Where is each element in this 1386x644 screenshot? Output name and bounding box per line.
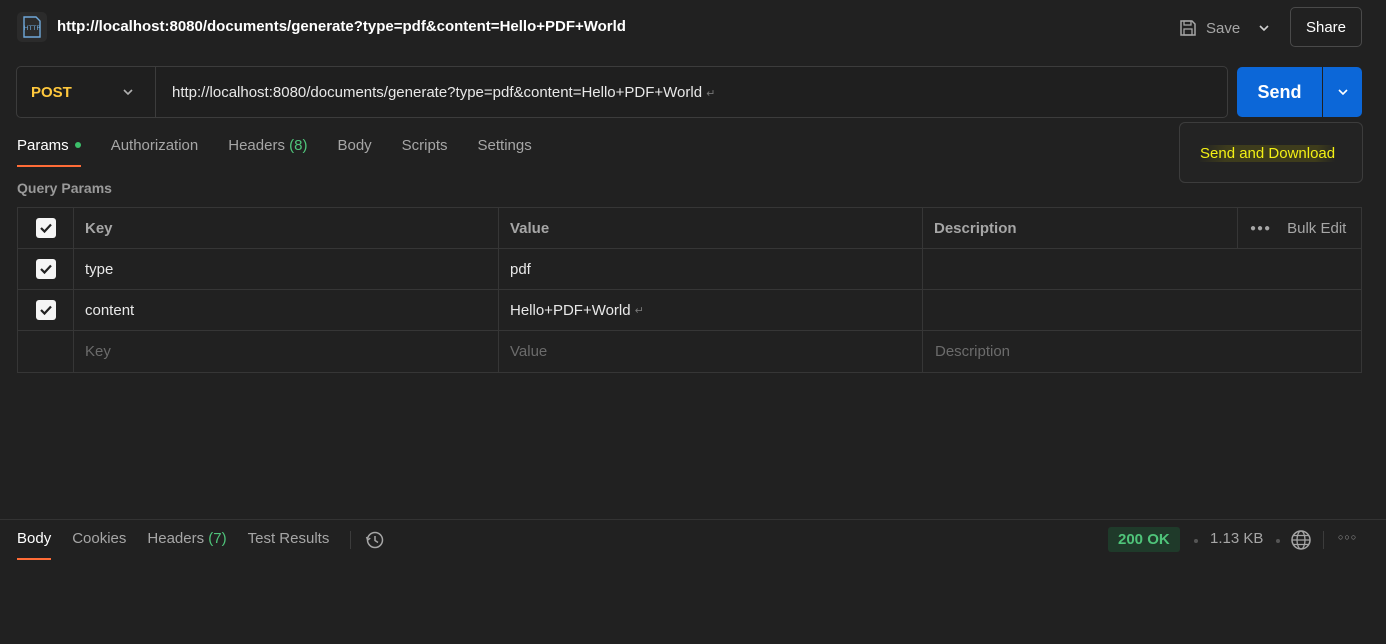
size-separator-dot <box>1276 539 1280 543</box>
new-description-input[interactable]: Description <box>923 331 1361 372</box>
bulk-edit-cell: ●●● Bulk Edit <box>1238 208 1361 248</box>
table-header-row: Key Value Description ●●● Bulk Edit <box>18 208 1361 249</box>
query-params-label: Query Params <box>17 180 112 196</box>
response-size[interactable]: 1.13 KB <box>1210 530 1263 547</box>
response-divider[interactable] <box>0 519 1386 520</box>
response-tab-cookies[interactable]: Cookies <box>72 530 126 560</box>
param-value-field[interactable]: pdf <box>499 249 923 289</box>
params-active-dot <box>74 142 81 149</box>
row-checkbox[interactable] <box>35 300 56 320</box>
return-icon: ↵ <box>706 87 716 100</box>
table-row: content Hello+PDF+World ↵ <box>18 290 1361 331</box>
more-options-icon[interactable]: ○○○ <box>1338 532 1357 542</box>
meta-separator <box>1323 531 1324 549</box>
request-tabs: Params Authorization Headers (8) Body Sc… <box>17 137 562 167</box>
new-key-input[interactable]: Key <box>74 331 499 372</box>
globe-icon[interactable] <box>1290 529 1312 555</box>
tab-headers-label: Headers <box>228 137 285 154</box>
history-icon[interactable] <box>365 530 385 550</box>
save-button[interactable]: Save <box>1168 10 1248 46</box>
chevron-down-icon <box>1337 89 1348 96</box>
headers-count: (8) <box>289 137 308 154</box>
key-column-header: Key <box>74 208 499 248</box>
tab-authorization[interactable]: Authorization <box>111 137 199 167</box>
check-icon <box>39 305 52 316</box>
select-all-cell <box>18 208 74 248</box>
table-row: type pdf <box>18 249 1361 290</box>
response-tab-body[interactable]: Body <box>17 530 52 560</box>
url-bar: POST http://localhost:8080/documents/gen… <box>16 66 1228 118</box>
param-key-field[interactable]: content <box>74 290 499 330</box>
bulk-edit-button[interactable]: Bulk Edit <box>1287 220 1346 237</box>
save-options-button[interactable] <box>1250 10 1278 46</box>
select-all-checkbox[interactable] <box>35 218 56 238</box>
value-column-header: Value <box>499 208 923 248</box>
more-options-icon[interactable]: ●●● <box>1250 223 1271 234</box>
svg-text:HTTP: HTTP <box>24 24 41 32</box>
method-select[interactable]: POST <box>17 67 156 117</box>
send-button[interactable]: Send <box>1237 67 1322 117</box>
return-icon: ↵ <box>634 304 644 317</box>
response-headers-count: (7) <box>208 530 227 547</box>
check-icon <box>39 264 52 275</box>
status-separator-dot <box>1194 539 1198 543</box>
send-options-button[interactable] <box>1323 67 1362 117</box>
tab-headers[interactable]: Headers (8) <box>228 137 307 167</box>
new-value-input[interactable]: Value <box>499 331 923 372</box>
table-row-empty: Key Value Description <box>18 331 1361 372</box>
response-headers-label: Headers <box>147 530 205 547</box>
tab-params-label: Params <box>17 137 69 154</box>
query-params-table: Key Value Description ●●● Bulk Edit type… <box>17 207 1362 373</box>
tab-settings[interactable]: Settings <box>478 137 532 167</box>
tab-body[interactable]: Body <box>337 137 371 167</box>
response-tab-test-results[interactable]: Test Results <box>248 530 330 560</box>
url-value: http://localhost:8080/documents/generate… <box>172 83 703 101</box>
send-and-download-item[interactable]: Send and Download <box>1200 145 1336 162</box>
tab-scripts[interactable]: Scripts <box>402 137 448 167</box>
row-checkbox-cell <box>18 249 74 289</box>
tab-separator <box>350 531 352 549</box>
tab-params[interactable]: Params <box>17 137 81 167</box>
param-description-field[interactable] <box>923 249 1361 289</box>
description-column-header: Description <box>923 208 1238 248</box>
param-description-field[interactable] <box>923 290 1361 330</box>
param-key-field[interactable]: type <box>74 249 499 289</box>
row-checkbox-cell <box>18 331 74 372</box>
save-label: Save <box>1206 19 1241 37</box>
response-tab-headers[interactable]: Headers (7) <box>147 530 226 560</box>
http-request-icon: HTTP <box>17 12 47 42</box>
response-tabs: Body Cookies Headers (7) Test Results <box>17 530 385 560</box>
param-value-field[interactable]: Hello+PDF+World ↵ <box>499 290 923 330</box>
send-menu: Send and Download <box>1179 122 1363 183</box>
check-icon <box>39 223 52 234</box>
row-checkbox[interactable] <box>35 259 56 279</box>
chevron-down-icon <box>123 89 133 96</box>
chevron-down-icon <box>1259 25 1269 32</box>
save-icon <box>1180 20 1196 36</box>
url-input[interactable]: http://localhost:8080/documents/generate… <box>156 84 715 101</box>
request-title[interactable]: http://localhost:8080/documents/generate… <box>57 18 626 35</box>
share-button[interactable]: Share <box>1290 7 1362 47</box>
method-label: POST <box>31 83 72 101</box>
row-checkbox-cell <box>18 290 74 330</box>
status-badge[interactable]: 200 OK <box>1108 527 1180 552</box>
param-value-text: Hello+PDF+World <box>510 301 631 319</box>
